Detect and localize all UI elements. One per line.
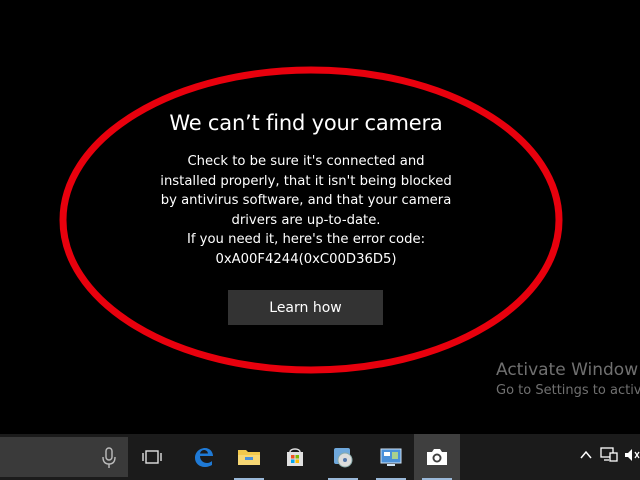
media-app-icon[interactable] (320, 434, 366, 480)
task-view-icon[interactable] (129, 434, 175, 480)
chevron-up-icon[interactable] (580, 450, 592, 460)
activate-windows-watermark: Activate Window Go to Settings to activ (496, 359, 640, 401)
camera-app-icon[interactable] (414, 434, 460, 480)
volume-icon[interactable] (624, 447, 640, 463)
control-panel-icon[interactable] (368, 434, 414, 480)
file-explorer-icon[interactable] (226, 434, 272, 480)
search-box[interactable] (0, 437, 128, 477)
system-tray (570, 434, 640, 480)
taskbar (0, 434, 640, 480)
network-icon[interactable] (600, 447, 618, 463)
camera-app-window: We can’t find your camera Check to be su… (0, 0, 640, 434)
microphone-icon[interactable] (100, 447, 118, 469)
watermark-subtitle: Go to Settings to activ (496, 383, 640, 398)
screen: We can’t find your camera Check to be su… (0, 0, 640, 480)
edge-browser-icon[interactable] (180, 434, 226, 480)
watermark-title: Activate Window (496, 360, 639, 380)
store-icon[interactable] (272, 434, 318, 480)
